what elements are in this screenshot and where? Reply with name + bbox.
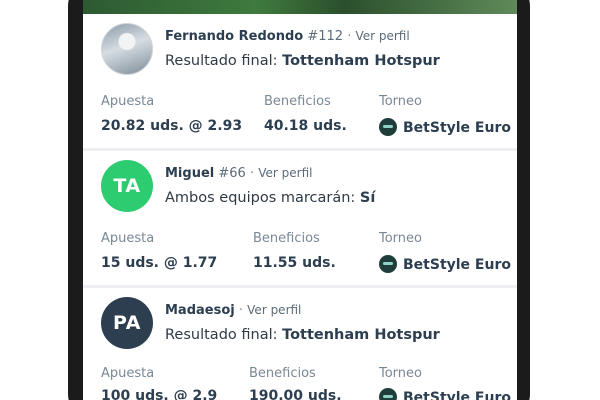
tournament-name: BetStyle Euro xyxy=(403,120,511,136)
user-avatar-initials[interactable]: PA xyxy=(101,297,153,349)
market-label: Resultado final: xyxy=(165,53,278,69)
user-name[interactable]: Madaesoj xyxy=(165,303,235,318)
selection-value: Sí xyxy=(359,190,376,206)
tournament-logo-icon xyxy=(379,388,397,400)
market-label: Resultado final: xyxy=(165,327,278,343)
tournament-value[interactable]: BetStyle Euro xyxy=(379,255,511,273)
stadium-banner-image xyxy=(83,0,517,14)
profit-value: 190.00 uds. xyxy=(249,388,342,400)
tournament-value[interactable]: BetStyle Euro xyxy=(379,118,511,136)
stake-value: 20.82 uds. @ 2.93 xyxy=(101,118,243,134)
view-profile-link[interactable]: Ver perfil xyxy=(258,166,312,180)
profit-label: Beneficios xyxy=(249,366,316,381)
profit-value: 40.18 uds. xyxy=(264,118,347,134)
bet-card[interactable]: TA Miguel #66 · Ver perfil Ambos equipos… xyxy=(83,151,517,285)
market-label: Ambos equipos marcarán: xyxy=(165,190,356,206)
selection-value: Tottenham Hotspur xyxy=(282,327,440,343)
bet-pick: Resultado final: Tottenham Hotspur xyxy=(165,327,440,343)
separator: · xyxy=(249,166,255,181)
stake-value: 100 uds. @ 2.9 xyxy=(101,388,218,400)
tournament-logo-icon xyxy=(379,118,397,136)
separator: · xyxy=(238,303,244,318)
user-avatar-initials[interactable]: TA xyxy=(101,160,153,212)
selection-value: Tottenham Hotspur xyxy=(282,53,440,69)
profit-label: Beneficios xyxy=(264,94,331,109)
bet-pick: Resultado final: Tottenham Hotspur xyxy=(165,53,440,69)
user-name[interactable]: Fernando Redondo xyxy=(165,29,303,44)
card-header: Fernando Redondo #112 · Ver perfil xyxy=(165,29,410,44)
tournament-logo-icon xyxy=(379,255,397,273)
stake-value: 15 uds. @ 1.77 xyxy=(101,255,218,271)
view-profile-link[interactable]: Ver perfil xyxy=(355,29,409,43)
tournament-value[interactable]: BetStyle Euro xyxy=(379,388,511,400)
stake-label: Apuesta xyxy=(101,94,155,109)
tournament-label: Torneo xyxy=(379,231,422,246)
stake-label: Apuesta xyxy=(101,366,155,381)
user-rank: #66 xyxy=(218,166,246,181)
card-header: Madaesoj · Ver perfil xyxy=(165,303,301,318)
bet-card[interactable]: Fernando Redondo #112 · Ver perfil Resul… xyxy=(83,14,517,148)
tournament-label: Torneo xyxy=(379,366,422,381)
profit-label: Beneficios xyxy=(253,231,320,246)
stake-label: Apuesta xyxy=(101,231,155,246)
card-header: Miguel #66 · Ver perfil xyxy=(165,166,312,181)
view-profile-link[interactable]: Ver perfil xyxy=(247,303,301,317)
tournament-name: BetStyle Euro xyxy=(403,390,511,400)
tournament-name: BetStyle Euro xyxy=(403,257,511,273)
user-name[interactable]: Miguel xyxy=(165,166,214,181)
separator: · xyxy=(347,29,352,44)
bet-card[interactable]: PA Madaesoj · Ver perfil Resultado final… xyxy=(83,288,517,400)
bet-pick: Ambos equipos marcarán: Sí xyxy=(165,190,375,206)
feed-screen: Fernando Redondo #112 · Ver perfil Resul… xyxy=(83,0,517,400)
user-rank: #112 xyxy=(307,29,344,44)
user-avatar-photo[interactable] xyxy=(101,23,153,75)
profit-value: 11.55 uds. xyxy=(253,255,336,271)
tournament-label: Torneo xyxy=(379,94,422,109)
